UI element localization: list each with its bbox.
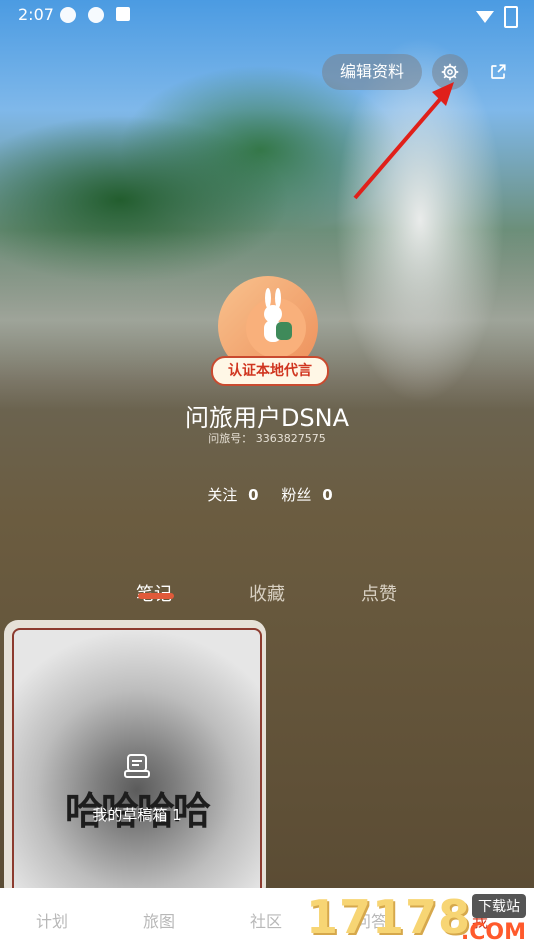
- rabbit-mascot-icon: [264, 288, 292, 342]
- draft-box-card[interactable]: 哈哈哈哈 我的草稿箱 1: [4, 620, 266, 900]
- tab-likes[interactable]: 点赞: [361, 580, 397, 606]
- draft-card-frame: 哈哈哈哈 我的草稿箱 1: [12, 628, 262, 900]
- verified-badge: 认证本地代言: [211, 356, 329, 386]
- app-notification-icon: [88, 7, 104, 23]
- fans-label: 粉丝: [281, 486, 312, 504]
- share-button[interactable]: [480, 54, 516, 90]
- watermark-tag: 下载站: [472, 894, 526, 918]
- follow-stats: 关注 0 粉丝 0: [0, 484, 534, 505]
- username: 问旅用户DSNA: [184, 404, 350, 432]
- draft-box-icon: [124, 754, 150, 778]
- nav-plan[interactable]: 计划: [36, 908, 68, 932]
- active-tab-indicator: [138, 593, 174, 599]
- red-annotation-arrow: [353, 82, 454, 200]
- tab-favorites[interactable]: 收藏: [249, 580, 285, 606]
- app-notification-icon: [60, 7, 76, 23]
- user-id: 问旅号： 3363827575: [0, 430, 534, 446]
- profile-tabs: 笔记 收藏 点赞: [0, 580, 534, 610]
- site-watermark: 17178 下载站 .COM: [306, 888, 534, 950]
- user-id-label: 问旅号：: [208, 432, 253, 445]
- share-icon: [491, 64, 506, 79]
- draft-box-title: 我的草稿箱: [92, 806, 168, 824]
- status-time: 2:07: [18, 5, 54, 24]
- draft-box-label: 我的草稿箱 1: [14, 804, 260, 825]
- a-notification-icon: [116, 7, 130, 21]
- status-bar: 2:07: [0, 0, 534, 30]
- fans-count: 0: [322, 486, 333, 504]
- notification-icons: [60, 7, 130, 23]
- wifi-icon: [476, 11, 494, 23]
- watermark-domain: .COM: [460, 920, 526, 945]
- following-stat[interactable]: 关注 0: [201, 486, 258, 504]
- following-count: 0: [248, 486, 259, 504]
- fans-stat[interactable]: 粉丝 0: [275, 486, 332, 504]
- following-label: 关注: [207, 486, 238, 504]
- battery-icon: [504, 6, 518, 28]
- draft-box-count: 1: [172, 806, 182, 824]
- system-icons: [476, 6, 518, 28]
- nav-travel-map[interactable]: 旅图: [143, 908, 175, 932]
- watermark-digits: 17178: [306, 890, 472, 944]
- user-id-value: 3363827575: [255, 432, 326, 445]
- nav-community[interactable]: 社区: [250, 908, 282, 932]
